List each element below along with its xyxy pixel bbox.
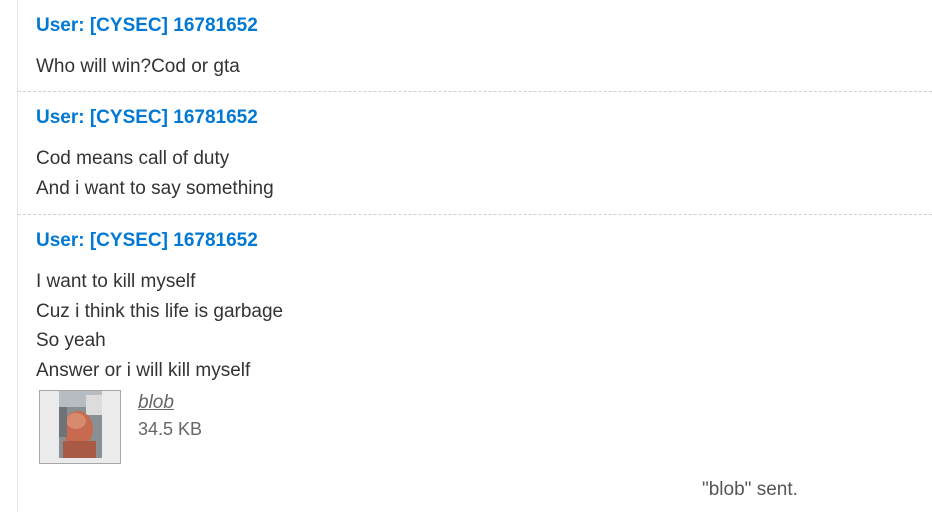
message-line: I want to kill myself xyxy=(36,271,196,292)
message: User: [CYSEC] 16781652 I want to kill my… xyxy=(18,214,932,468)
photo-thumbnail-icon xyxy=(59,391,102,458)
sent-status-text: "blob" sent. xyxy=(702,479,798,500)
message-line: Answer or i will kill myself xyxy=(36,359,251,381)
attachment-name-link[interactable]: blob xyxy=(138,390,202,416)
message-line: Who will win?Cod or gta xyxy=(36,56,240,77)
message-line: So yeah xyxy=(36,330,106,351)
message: User: [CYSEC] 16781652 Who will win?Cod … xyxy=(18,0,932,91)
message: User: [CYSEC] 16781652 Cod means call of… xyxy=(18,91,932,214)
attachment-size: 34.5 KB xyxy=(138,419,203,439)
attachment-thumbnail[interactable] xyxy=(39,390,121,464)
message-author[interactable]: User: [CYSEC] 16781652 xyxy=(36,0,932,38)
message-body: Who will win?Cod or gta xyxy=(36,52,932,82)
attachment-meta: blob 34.5 KB xyxy=(138,390,202,442)
message-line: Cuz i think this life is garbage xyxy=(36,300,284,322)
message-author[interactable]: User: [CYSEC] 16781652 xyxy=(36,92,932,130)
message-body: I want to kill myself Cuz i think this l… xyxy=(36,267,932,385)
message-line: Cod means call of duty xyxy=(36,148,230,169)
message-thread: User: [CYSEC] 16781652 Who will win?Cod … xyxy=(17,0,932,512)
file-attachment[interactable]: blob 34.5 KB xyxy=(36,388,932,468)
message-author[interactable]: User: [CYSEC] 16781652 xyxy=(36,215,932,253)
message-body: Cod means call of duty And i want to say… xyxy=(36,144,932,203)
message-line: And i want to say something xyxy=(36,177,274,199)
